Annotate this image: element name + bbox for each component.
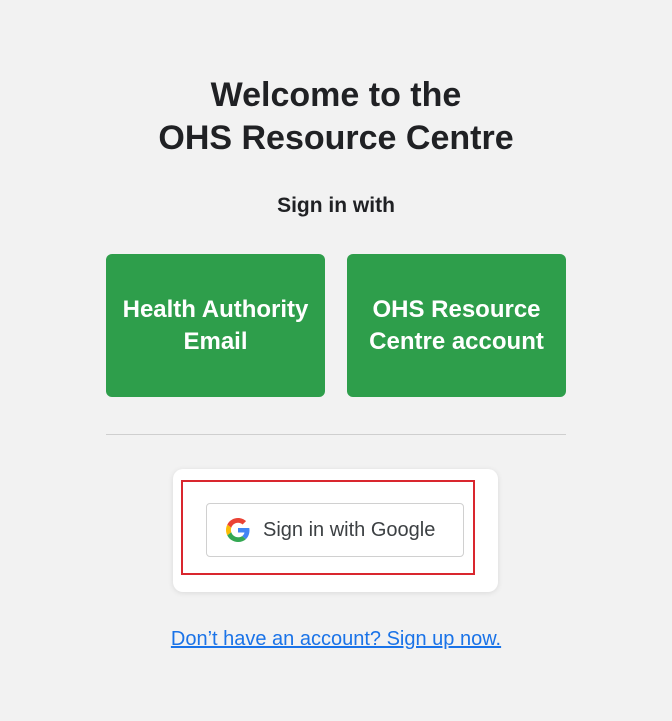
ohs-resource-centre-account-label: OHS Resource Centre account [369,295,544,355]
ohs-resource-centre-account-button[interactable]: OHS Resource Centre account [347,254,566,397]
sign-in-with-heading: Sign in with [277,194,395,217]
sign-in-with-google-label: Sign in with Google [263,518,436,541]
health-authority-email-button[interactable]: Health Authority Email [106,254,325,397]
health-authority-email-label: Health Authority Email [122,295,309,355]
google-g-icon [225,517,251,543]
sign-in-with-google-button[interactable]: Sign in with Google [206,503,464,557]
sign-up-link[interactable]: Don’t have an account? Sign up now. [0,628,672,651]
divider [106,434,566,435]
page-title: Welcome to the OHS Resource Centre [0,74,672,160]
sign-in-page: Welcome to the OHS Resource Centre Sign … [0,0,672,721]
page-title-line-2: OHS Resource Centre [158,119,514,157]
page-title-line-1: Welcome to the [210,76,462,114]
